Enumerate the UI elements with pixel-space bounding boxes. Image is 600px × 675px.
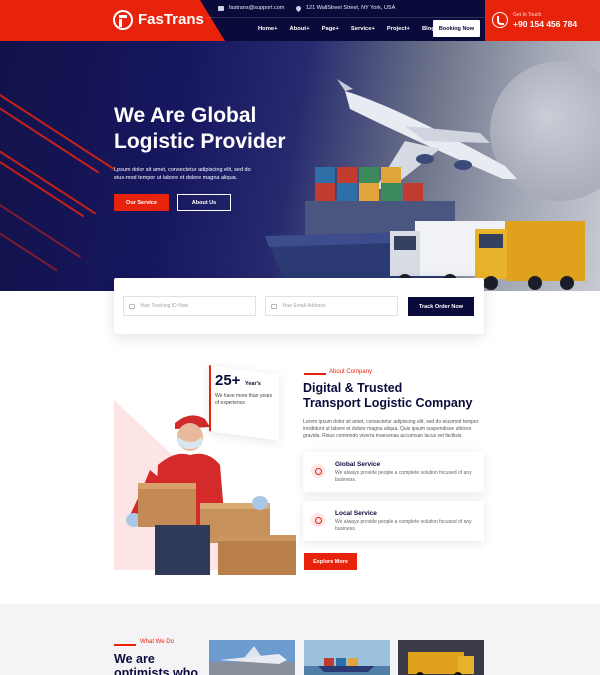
service-title: Local Service — [335, 510, 377, 517]
local-service-card[interactable]: Local Service We always provide people a… — [303, 501, 484, 541]
what-title-line1: We are — [114, 652, 155, 666]
email-placeholder: Your Email Address — [282, 303, 326, 309]
header-divider — [206, 17, 488, 18]
address-text: 121 WallStreet Street, NY York, USA — [306, 5, 396, 11]
email-text: fastrans@support.com — [229, 5, 285, 11]
section-label-line — [114, 644, 136, 646]
global-service-card[interactable]: Global Service We always provide people … — [303, 452, 484, 492]
about-title-line1: Digital & Trusted — [303, 381, 403, 395]
about-title-line2: Transport Logistic Company — [303, 396, 473, 410]
tracking-form: Your Tracking ID Now Your Email Address … — [114, 278, 484, 334]
main-nav: Home+ About+ Page+ Service+ Project+ Blo… — [258, 26, 450, 32]
years-label: Year's — [245, 381, 261, 387]
contact-label: Get In Touch — [513, 12, 542, 18]
service-title: Global Service — [335, 461, 381, 468]
nav-project[interactable]: Project+ — [387, 26, 410, 32]
phone-number[interactable]: +90 154 456 784 — [513, 19, 577, 29]
email-input[interactable]: Your Email Address — [265, 296, 398, 316]
logistics-illustration — [265, 79, 585, 290]
hero-title-line2: Logistic Provider — [114, 130, 286, 153]
years-number: 25+ — [215, 372, 241, 389]
page: FasTrans fastrans@support.com 121 WallSt… — [0, 0, 600, 675]
tracking-id-input[interactable]: Your Tracking ID Now — [123, 296, 256, 316]
about-title: Digital & Trusted Transport Logistic Com… — [303, 381, 472, 411]
what-section-label: What We Do — [140, 639, 174, 645]
air-freight-thumbnail[interactable] — [209, 640, 295, 675]
truck-icon — [311, 513, 325, 527]
yellow-truck-image — [475, 221, 585, 290]
service-description: We always provide people a complete solu… — [335, 470, 472, 483]
brand-name[interactable]: FasTrans — [138, 11, 204, 28]
nav-page[interactable]: Page+ — [322, 26, 339, 32]
what-title: We are optimists who — [114, 652, 198, 675]
nav-home[interactable]: Home+ — [258, 26, 278, 32]
what-title-line2: optimists who — [114, 666, 199, 675]
location-pin-icon — [294, 4, 303, 12]
booking-button[interactable]: Booking Now — [433, 20, 480, 37]
hero-title-line1: We Are Global — [114, 104, 257, 127]
decor-streak — [0, 191, 82, 258]
address-info: 121 WallStreet Street, NY York, USA — [294, 4, 396, 12]
globe-icon — [311, 464, 325, 478]
logo-icon[interactable] — [113, 10, 133, 30]
section-label-line — [304, 373, 326, 375]
nav-about[interactable]: About+ — [290, 26, 310, 32]
track-order-button[interactable]: Track Order Now — [408, 297, 474, 316]
decor-streak — [0, 81, 115, 170]
hero-title: We Are Global Logistic Provider — [114, 103, 286, 155]
hero-banner: We Are Global Logistic Provider Lpsum do… — [0, 41, 600, 291]
nav-service[interactable]: Service+ — [351, 26, 375, 32]
tracking-id-placeholder: Your Tracking ID Now — [140, 303, 189, 309]
decor-streak — [0, 161, 85, 217]
years-description: We have more than years of experience — [215, 393, 273, 406]
what-we-do-section — [0, 604, 600, 675]
email-info[interactable]: fastrans@support.com — [218, 5, 284, 11]
mail-icon — [218, 5, 224, 11]
our-service-button[interactable]: Our Service — [114, 194, 169, 211]
about-section-label: About Company — [329, 369, 373, 375]
decor-streak — [0, 226, 58, 271]
explore-more-button[interactable]: Explore More — [304, 553, 357, 570]
mail-icon — [271, 303, 277, 309]
about-description: Lorem ipsum dolor sit amet, consectetur … — [303, 419, 479, 439]
hero-description: Lpsum dolor sit amet, consectetur adipis… — [114, 167, 251, 181]
service-description: We always provide people a complete solu… — [335, 519, 472, 532]
phone-icon — [492, 12, 508, 28]
package-icon — [129, 303, 135, 309]
header: FasTrans fastrans@support.com 121 WallSt… — [0, 0, 600, 41]
road-freight-thumbnail[interactable] — [398, 640, 484, 675]
about-us-button[interactable]: About Us — [177, 194, 231, 211]
sea-freight-thumbnail[interactable] — [304, 640, 390, 675]
